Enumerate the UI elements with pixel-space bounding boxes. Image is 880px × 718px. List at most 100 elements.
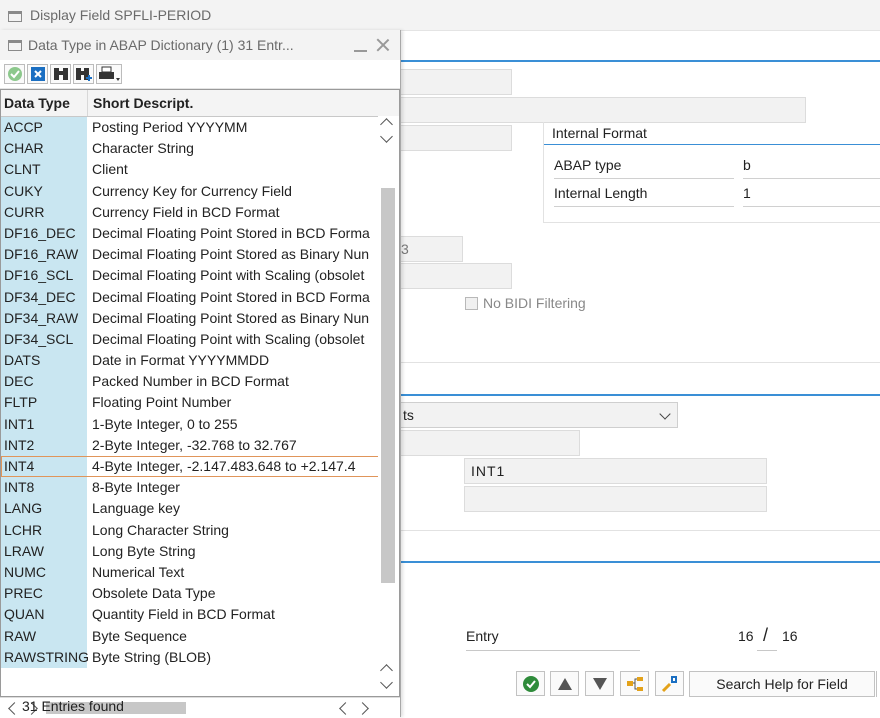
find-next-button[interactable] xyxy=(73,64,94,84)
table-row[interactable]: CUKY Currency Key for Currency Field xyxy=(1,180,399,202)
cell-short-description[interactable]: Long Character String xyxy=(87,520,373,541)
cell-short-description[interactable]: Byte String (BLOB) xyxy=(87,647,373,668)
vertical-scrollbar[interactable] xyxy=(378,116,399,696)
table-row[interactable]: LCHR Long Character String xyxy=(1,519,399,541)
next-entry-button[interactable] xyxy=(585,671,614,696)
table-row[interactable]: DF34_RAW Decimal Floating Point Stored as… xyxy=(1,307,399,329)
scroll-left-icon[interactable] xyxy=(339,702,352,715)
cell-short-description[interactable]: Quantity Field in BCD Format xyxy=(87,604,373,625)
length-input[interactable]: 3 xyxy=(396,236,463,262)
table-row[interactable]: DATS Date in Format YYYYMMDD xyxy=(1,350,399,372)
close-icon[interactable] xyxy=(376,38,390,52)
cell-data-type[interactable]: DATS xyxy=(1,350,87,372)
domain-description-input[interactable] xyxy=(464,486,767,512)
cell-short-description[interactable]: Byte Sequence xyxy=(87,626,373,647)
scroll-right-icon[interactable] xyxy=(356,702,369,715)
table-row[interactable]: INT8 8-Byte Integer xyxy=(1,477,399,499)
scroll-down-icon[interactable] xyxy=(380,676,393,689)
table-row[interactable]: LRAW Long Byte String xyxy=(1,540,399,562)
cell-data-type[interactable]: LCHR xyxy=(1,519,87,541)
cell-data-type[interactable]: CURR xyxy=(1,201,87,223)
cell-data-type[interactable]: RAWSTRING xyxy=(1,646,89,668)
output-length-input[interactable] xyxy=(400,263,512,289)
hierarchy-button[interactable] xyxy=(620,671,649,696)
cell-data-type[interactable]: CHAR xyxy=(1,138,87,160)
cell-short-description[interactable]: Decimal Floating Point with Scaling (obs… xyxy=(87,265,373,286)
cell-data-type[interactable]: CLNT xyxy=(1,159,87,181)
minimize-icon[interactable] xyxy=(354,50,367,52)
table-row[interactable]: CHAR Character String xyxy=(1,138,399,160)
table-row[interactable]: INT1 1-Byte Integer, 0 to 255 xyxy=(1,413,399,435)
cell-short-description[interactable]: 4-Byte Integer, -2.147.483.648 to +2.147… xyxy=(87,456,373,477)
continue-button[interactable] xyxy=(4,64,25,84)
cell-data-type[interactable]: DF16_SCL xyxy=(1,265,87,287)
table-row[interactable]: DF34_SCL Decimal Floating Point with Scal… xyxy=(1,328,399,351)
cell-short-description[interactable]: Decimal Floating Point Stored as Binary … xyxy=(87,244,373,265)
table-row[interactable]: QUAN Quantity Field in BCD Format xyxy=(1,604,399,626)
search-help-button[interactable]: Search Help for Field xyxy=(689,671,875,697)
cell-data-type[interactable]: FLTP xyxy=(1,392,87,414)
table-row[interactable]: FLTP Floating Point Number xyxy=(1,392,399,414)
where-used-button[interactable] xyxy=(655,671,684,696)
table-row[interactable]: LANG Language key xyxy=(1,498,399,520)
table-row[interactable]: RAW Byte Sequence xyxy=(1,625,399,647)
scroll-up-icon[interactable] xyxy=(380,664,393,677)
cell-data-type[interactable]: DF34_SCL xyxy=(1,328,87,351)
cell-data-type[interactable]: INT8 xyxy=(1,477,87,499)
cell-data-type[interactable]: QUAN xyxy=(1,604,87,626)
cell-short-description[interactable]: Obsolete Data Type xyxy=(87,583,373,604)
cell-short-description[interactable]: Numerical Text xyxy=(87,562,373,583)
cell-short-description[interactable]: Decimal Floating Point Stored in BCD For… xyxy=(87,223,373,244)
cell-short-description[interactable]: Long Byte String xyxy=(87,541,373,562)
data-element-input[interactable] xyxy=(400,125,512,151)
cell-short-description[interactable]: Language key xyxy=(87,498,373,519)
table-row[interactable]: CLNT Client xyxy=(1,159,399,181)
cancel-button[interactable] xyxy=(27,64,48,84)
cell-short-description[interactable]: 8-Byte Integer xyxy=(87,477,373,498)
cell-data-type[interactable]: INT2 xyxy=(1,434,87,456)
table-row[interactable]: ACCP Posting Period YYYYMM xyxy=(1,117,399,139)
table-row[interactable]: DF16_DEC Decimal Floating Point Stored in… xyxy=(1,222,399,245)
cell-data-type[interactable]: DF16_DEC xyxy=(1,222,87,245)
table-row[interactable]: DF16_RAW Decimal Floating Point Stored as… xyxy=(1,244,399,266)
table-row[interactable]: INT2 2-Byte Integer, -32.768 to 32.767 xyxy=(1,434,399,456)
cell-short-description[interactable]: Floating Point Number xyxy=(87,392,373,413)
confirm-button[interactable] xyxy=(516,671,545,696)
table-row[interactable]: CURR Currency Field in BCD Format xyxy=(1,201,399,223)
cell-short-description[interactable]: 1-Byte Integer, 0 to 255 xyxy=(87,414,373,435)
cell-data-type[interactable]: DF34_RAW xyxy=(1,307,87,329)
table-row[interactable]: DF34_DEC Decimal Floating Point Stored in… xyxy=(1,286,399,308)
find-button[interactable] xyxy=(50,64,71,84)
cell-short-description[interactable]: Currency Field in BCD Format xyxy=(87,202,373,223)
field-input[interactable] xyxy=(400,69,512,95)
cell-short-description[interactable]: Character String xyxy=(87,138,373,159)
cell-data-type[interactable]: INT4 xyxy=(1,456,87,478)
cell-short-description[interactable]: Decimal Floating Point with Scaling (obs… xyxy=(87,329,373,350)
table-row[interactable]: INT4 4-Byte Integer, -2.147.483.648 to +2… xyxy=(1,456,399,478)
cell-short-description[interactable]: Packed Number in BCD Format xyxy=(87,371,373,392)
cell-short-description[interactable]: Decimal Floating Point Stored as Binary … xyxy=(87,308,373,329)
cell-data-type[interactable]: LANG xyxy=(1,498,87,520)
cell-data-type[interactable]: LRAW xyxy=(1,540,87,562)
cell-data-type[interactable]: INT1 xyxy=(1,413,87,435)
cell-data-type[interactable]: NUMC xyxy=(1,561,87,584)
cell-data-type[interactable]: DF34_DEC xyxy=(1,286,87,308)
scroll-left-icon[interactable] xyxy=(8,702,21,715)
column-header-data-type[interactable]: Data Type xyxy=(1,90,87,116)
cell-data-type[interactable]: ACCP xyxy=(1,117,87,139)
table-row[interactable]: DEC Packed Number in BCD Format xyxy=(1,371,399,393)
cell-data-type[interactable]: PREC xyxy=(1,583,87,605)
domain-input[interactable]: INT1 xyxy=(464,458,767,484)
table-row[interactable]: RAWSTRING Byte String (BLOB) xyxy=(1,646,399,668)
cell-data-type[interactable]: DF16_RAW xyxy=(1,244,87,266)
table-row[interactable]: DF16_SCL Decimal Floating Point with Scal… xyxy=(1,265,399,287)
value-range-dropdown[interactable]: ts xyxy=(396,402,678,428)
cell-data-type[interactable]: CUKY xyxy=(1,180,87,202)
cell-short-description[interactable]: Client xyxy=(87,159,373,180)
cell-short-description[interactable]: Decimal Floating Point Stored in BCD For… xyxy=(87,287,373,308)
cell-short-description[interactable]: Posting Period YYYYMM xyxy=(87,117,373,138)
cell-data-type[interactable]: DEC xyxy=(1,371,87,393)
scroll-up-icon[interactable] xyxy=(380,118,393,131)
cell-short-description[interactable]: 2-Byte Integer, -32.768 to 32.767 xyxy=(87,435,373,456)
column-header-short-description[interactable]: Short Descript. xyxy=(87,90,373,116)
